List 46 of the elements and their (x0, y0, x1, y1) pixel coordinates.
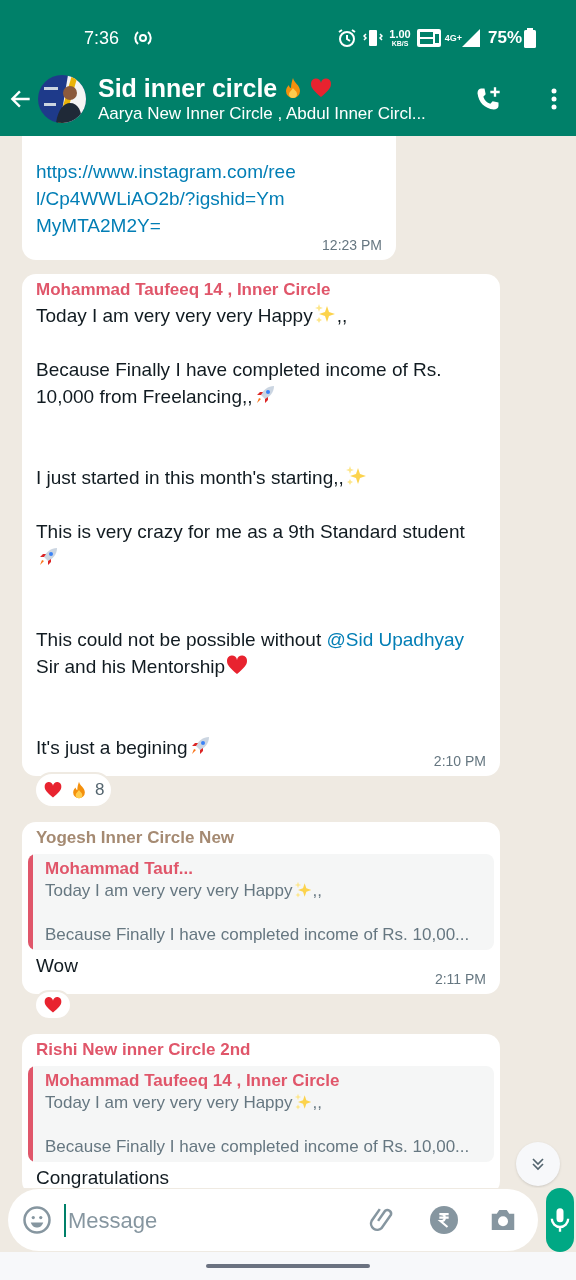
quoted-message[interactable]: Mohammad Taufeeq 14 , Inner Circle Today I am very very very Happy ,, Because Finally I have completed income of Rs. 10,00... (28, 1065, 494, 1162)
status-time: 7:36 (84, 26, 120, 50)
chat-title[interactable]: Sid inner circle (98, 73, 278, 103)
network-type: 4G+ (444, 32, 462, 45)
sender-name: Mohammad Taufeeq 14 , Inner Circle (36, 279, 332, 301)
message-time: 2:10 PM (433, 752, 486, 771)
sender-name: Rishi New inner Circle 2nd (35, 1038, 252, 1061)
network-speed: 1.00 (389, 29, 411, 40)
message-time: 12:23 PM (322, 236, 382, 255)
alarm-icon (337, 28, 358, 48)
volte-icon (416, 28, 441, 48)
quoted-author: Mohammad Tauf... (45, 857, 194, 880)
heart-icon (43, 994, 63, 1015)
heart-icon (225, 653, 250, 677)
message-text: I just started in this month's starting,, (36, 464, 486, 491)
quoted-text: Because Finally I have completed income of Rs. 10,00... (45, 923, 470, 946)
menu-icon[interactable] (550, 87, 558, 111)
vibrate-icon (363, 28, 384, 48)
link[interactable]: https://www.instagram.com/reel/Cp4WWLiAO2b/?igshid=YmMyMTA2M2Y= (36, 158, 298, 239)
quoted-message[interactable]: Mohammad Tauf... Today I am very very very Happy ,, Because Finally I have completed income of Rs. 10,00... (28, 853, 494, 950)
reaction-count: 8 (95, 779, 105, 801)
quoted-author: Mohammad Taufeeq 14 , Inner Circle (45, 1069, 341, 1092)
quoted-text: Today I am very very very Happy ,, (45, 879, 323, 902)
message-text: This could not be possible without @Sid Upadhyay Sir and his Mentorship (36, 628, 466, 679)
signal-icon (461, 28, 480, 48)
message-text: Because Finally I have completed income of Rs. 10,000 from Freelancing,, (36, 358, 443, 409)
message-text: Congratulations (35, 1165, 171, 1188)
voice-button[interactable] (546, 1188, 574, 1252)
battery-percent: 75% (487, 27, 522, 50)
quoted-text: Because Finally I have completed income of Rs. 10,00... (45, 1135, 470, 1158)
message-field[interactable]: Message (8, 1189, 538, 1251)
quoted-text: Today I am very very very Happy ,, (45, 1091, 323, 1114)
heart-icon (43, 779, 63, 800)
sender-name: Yogesh Inner Circle New (35, 826, 236, 849)
scroll-down-button[interactable] (516, 1142, 560, 1186)
chat-members: Aarya New Inner Circle , Abdul Inner Circl... (98, 103, 427, 125)
emoji-icon[interactable] (22, 1205, 52, 1235)
message-text: Today I am very very very Happy ,, (36, 302, 486, 329)
message-time: 2:11 PM (433, 969, 487, 989)
message-text: This is very crazy for me as a 9th Standard student (36, 518, 486, 572)
hotspot-icon (133, 28, 154, 48)
heart-icon (309, 76, 334, 100)
rupee-icon[interactable] (430, 1206, 458, 1234)
reactions-pill[interactable]: 8 (34, 772, 114, 808)
mention-link[interactable]: @Sid Upadhyay (326, 629, 465, 650)
battery-icon (524, 28, 536, 48)
